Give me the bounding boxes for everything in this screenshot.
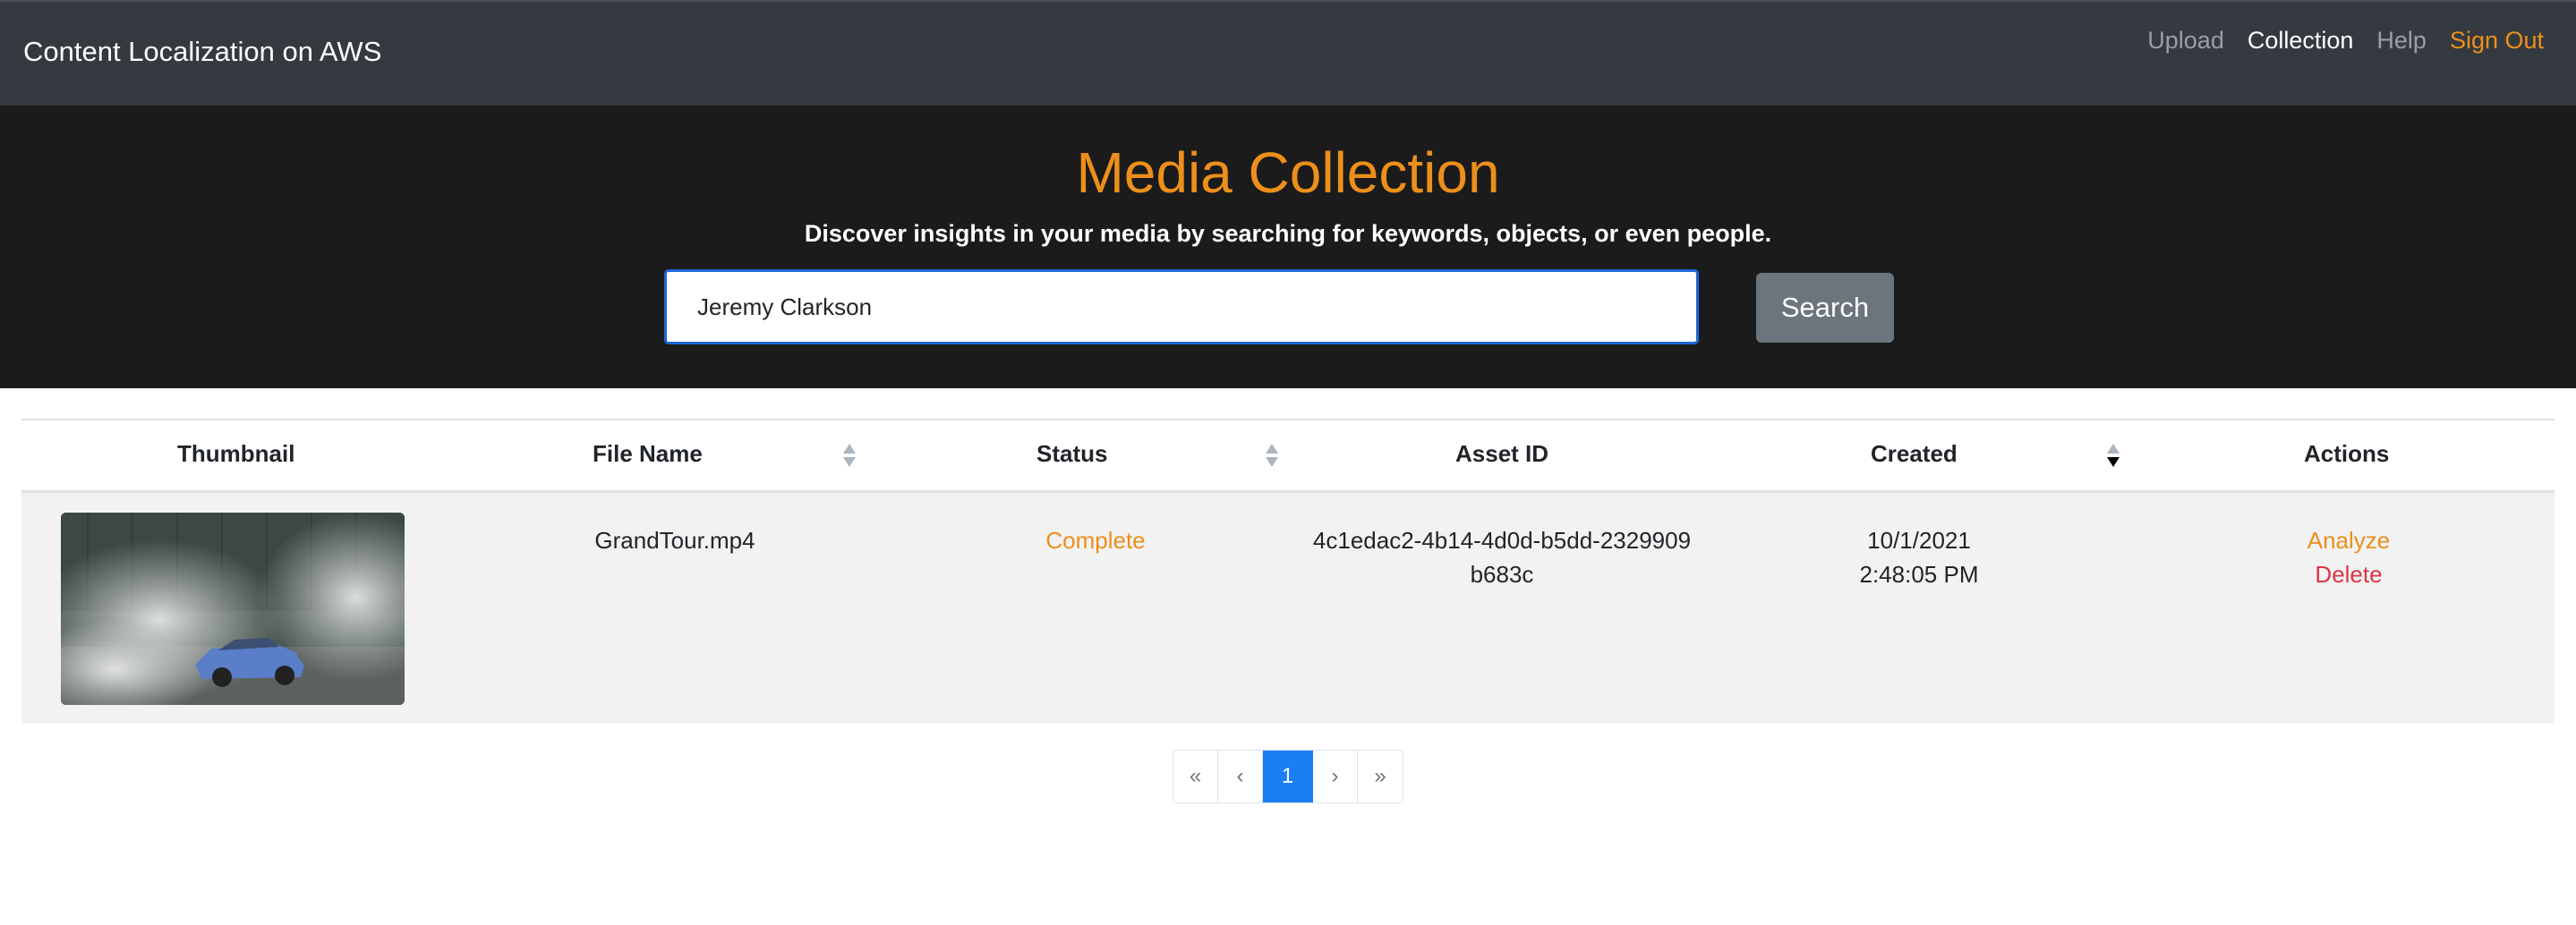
search-hero: Media Collection Discover insights in yo… xyxy=(0,106,2576,388)
nav-collection-link[interactable]: Collection xyxy=(2248,27,2354,55)
page-subtitle: Discover insights in your media by searc… xyxy=(804,220,1772,247)
app-brand[interactable]: Content Localization on AWS xyxy=(23,36,381,68)
page-current-button[interactable]: 1 xyxy=(1263,751,1313,802)
page-next-button[interactable]: › xyxy=(1313,751,1358,802)
header-file-name[interactable]: File Name xyxy=(593,440,703,468)
nav-help-link[interactable]: Help xyxy=(2376,27,2427,55)
pagination: « ‹ 1 › » xyxy=(1173,750,1403,803)
sort-created-desc-icon[interactable] xyxy=(2107,444,2120,469)
table-row: GrandTour.mp4 Complete 4c1edac2-4b14-4d0… xyxy=(21,493,2555,723)
created-time: 2:48:05 PM xyxy=(1859,561,1979,588)
nav-links: Upload Collection Help Sign Out xyxy=(2147,27,2544,55)
cell-file-name: GrandTour.mp4 xyxy=(594,527,755,554)
asset-id-line-2: b683c xyxy=(1470,561,1534,588)
media-table: Thumbnail File Name Status Asset ID Crea… xyxy=(21,419,2555,723)
sort-status-icon[interactable] xyxy=(1266,444,1278,469)
analyze-link[interactable]: Analyze xyxy=(2241,523,2456,557)
thumbnail-image xyxy=(61,513,405,705)
nav-sign-out-link[interactable]: Sign Out xyxy=(2450,27,2544,55)
header-thumbnail: Thumbnail xyxy=(177,440,295,467)
nav-upload-link[interactable]: Upload xyxy=(2147,27,2224,55)
asset-id-line-1: 4c1edac2-4b14-4d0d-b5dd-2329909 xyxy=(1312,527,1692,554)
page-title: Media Collection xyxy=(1076,140,1500,205)
table-header: Thumbnail File Name Status Asset ID Crea… xyxy=(21,420,2555,493)
top-navbar: Content Localization on AWS Upload Colle… xyxy=(0,0,2576,106)
page-prev-button[interactable]: ‹ xyxy=(1218,751,1263,802)
cell-asset-id: 4c1edac2-4b14-4d0d-b5dd-2329909 b683c xyxy=(1287,523,1717,591)
header-actions: Actions xyxy=(2304,440,2390,467)
header-status[interactable]: Status xyxy=(1036,440,1107,468)
header-created[interactable]: Created xyxy=(1871,440,1958,468)
video-thumbnail[interactable] xyxy=(61,513,405,705)
cell-actions: Analyze Delete xyxy=(2241,523,2456,591)
header-asset-id: Asset ID xyxy=(1455,440,1549,467)
cell-status[interactable]: Complete xyxy=(988,523,1203,557)
delete-link[interactable]: Delete xyxy=(2241,557,2456,591)
sort-file-name-icon[interactable] xyxy=(843,444,856,469)
created-date: 10/1/2021 xyxy=(1867,527,1971,554)
cell-created: 10/1/2021 2:48:05 PM xyxy=(1812,523,2026,591)
page-last-button[interactable]: » xyxy=(1358,751,1403,802)
page-first-button[interactable]: « xyxy=(1173,751,1218,802)
search-button[interactable]: Search xyxy=(1756,273,1894,343)
search-input[interactable] xyxy=(664,269,1699,344)
